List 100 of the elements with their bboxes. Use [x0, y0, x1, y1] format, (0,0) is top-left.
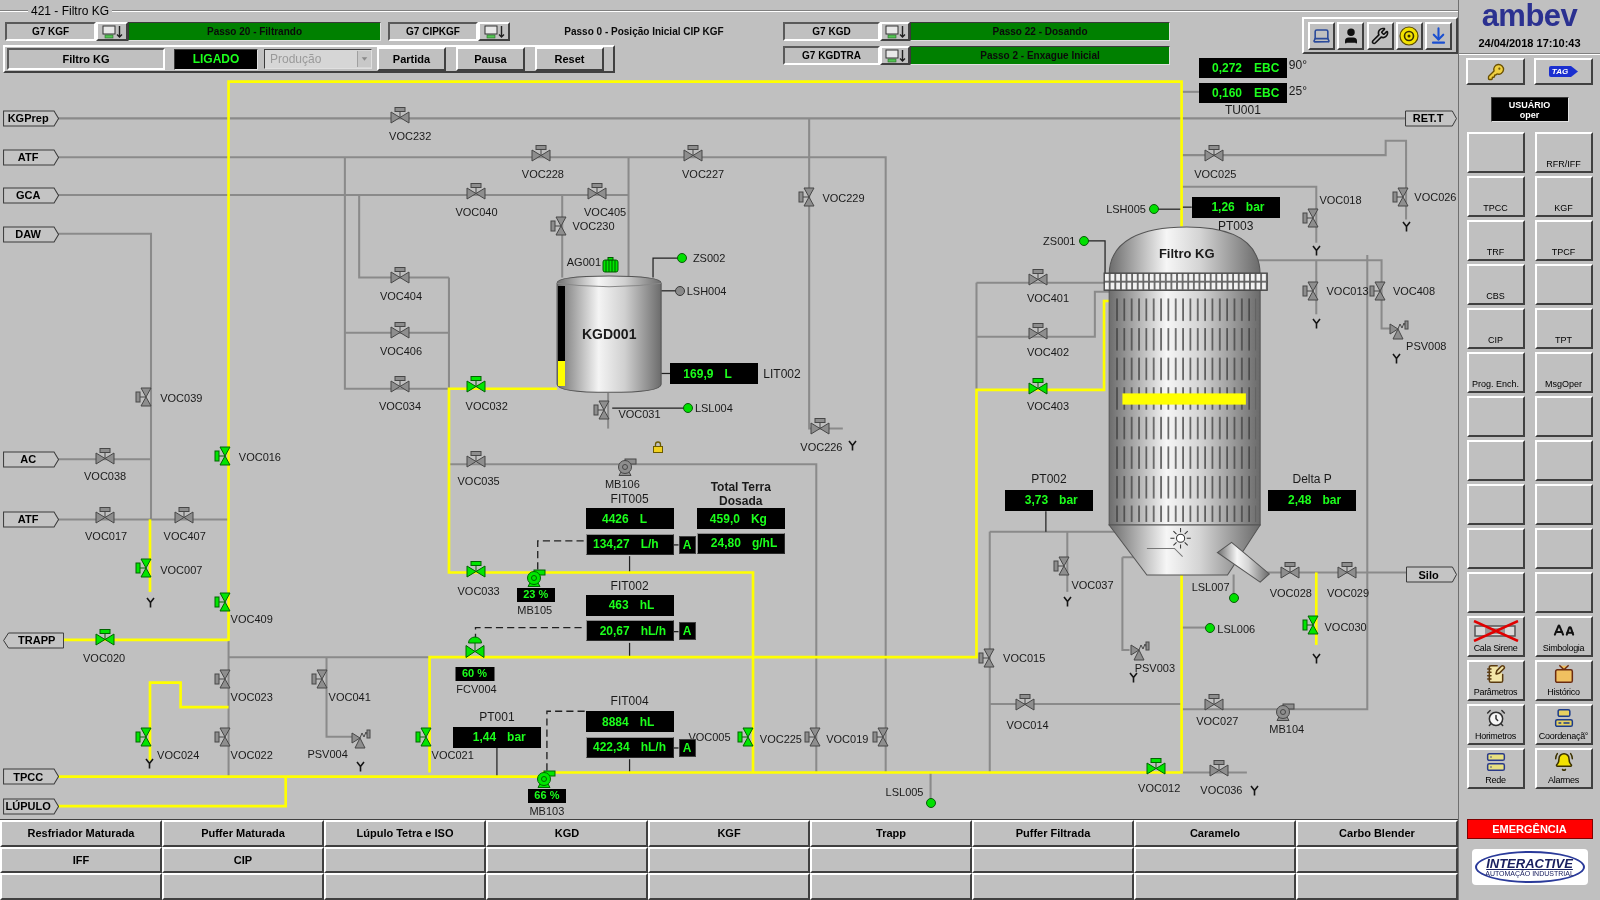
sequence-button[interactable]: [880, 46, 910, 65]
nav-button[interactable]: Trapp: [810, 820, 972, 847]
menu-button[interactable]: [1534, 396, 1593, 437]
nav-button[interactable]: [1296, 873, 1458, 900]
maintenance-button[interactable]: [1366, 21, 1394, 50]
emergency-button[interactable]: EMERGÊNCIA: [1466, 819, 1593, 839]
sequence-button[interactable]: [96, 22, 128, 41]
laptop-icon: [1312, 26, 1331, 45]
command-button[interactable]: Pausa: [456, 47, 525, 71]
monitor-arrow-icon: [483, 24, 505, 39]
disc-icon: [1399, 25, 1420, 46]
nav-button[interactable]: [1296, 846, 1458, 874]
line-tag: Silo: [1406, 566, 1458, 584]
nav-button[interactable]: [1134, 846, 1296, 874]
command-button[interactable]: Reset: [535, 47, 604, 71]
nav-button[interactable]: KGD: [486, 820, 648, 847]
line-tag: TPCC: [3, 768, 60, 786]
nav-button[interactable]: Puffer Maturada: [162, 820, 324, 847]
tag-label: MB103: [529, 805, 565, 817]
readout-unit: EBC: [1253, 62, 1280, 75]
menu-button[interactable]: [1466, 572, 1525, 613]
tag-button[interactable]: TAG: [1534, 58, 1593, 85]
nav-button[interactable]: [486, 846, 648, 874]
nav-button[interactable]: Resfriador Maturada: [0, 820, 162, 847]
unit-label: G7 KGF: [5, 22, 96, 41]
nav-button[interactable]: Puffer Filtrada: [972, 820, 1134, 847]
nav-button[interactable]: KGF: [648, 820, 810, 847]
menu-button[interactable]: Horimetros: [1466, 704, 1525, 745]
nav-button[interactable]: [0, 873, 162, 900]
line-tag: TRAPP: [3, 631, 65, 649]
nav-button[interactable]: Lúpulo Tetra e ISO: [324, 820, 486, 847]
sequence-button[interactable]: [478, 22, 510, 41]
menu-button[interactable]: [1534, 572, 1593, 613]
operator-button[interactable]: [1337, 21, 1365, 50]
line-tag: GCA: [3, 186, 60, 204]
step-status-bar: Passo 20 - Filtrando: [128, 22, 381, 41]
menu-button[interactable]: [1466, 484, 1525, 525]
tag-label: VOC026: [1414, 191, 1457, 203]
menu-button[interactable]: [1466, 440, 1525, 481]
wrench-icon: [1371, 26, 1389, 45]
login-button[interactable]: [1466, 58, 1525, 85]
menu-button[interactable]: Simbologia: [1534, 616, 1593, 657]
notepad-icon: [1485, 664, 1506, 684]
menu-button[interactable]: TRF: [1466, 220, 1525, 261]
nav-button[interactable]: [162, 873, 324, 900]
menu-button[interactable]: Alarmes: [1534, 748, 1593, 789]
nav-button[interactable]: [810, 873, 972, 900]
nav-button[interactable]: [648, 873, 810, 900]
menu-button[interactable]: [1466, 132, 1525, 173]
key-icon: [1486, 62, 1505, 81]
menu-button[interactable]: [1534, 528, 1593, 569]
line-tag: DAW: [3, 225, 60, 243]
nav-button[interactable]: [972, 846, 1134, 874]
down-arrow-icon: [1429, 26, 1448, 45]
nav-button[interactable]: [810, 846, 972, 874]
nav-button[interactable]: [324, 873, 486, 900]
menu-button[interactable]: [1466, 528, 1525, 569]
line-tag: AC: [3, 451, 60, 468]
nav-button[interactable]: [972, 873, 1134, 900]
menu-button[interactable]: [1466, 396, 1525, 437]
readout-value: 0,272: [1210, 62, 1243, 75]
nav-button[interactable]: [1134, 873, 1296, 900]
menu-button[interactable]: [1534, 264, 1593, 305]
menu-button[interactable]: KGF: [1534, 176, 1593, 217]
unit-label: G7 KGDTRA: [783, 46, 880, 65]
nav-button[interactable]: Carbo Blender: [1296, 820, 1458, 847]
menu-button[interactable]: Parâmetros: [1466, 660, 1525, 701]
user-name: oper: [1519, 109, 1540, 120]
nav-button[interactable]: [486, 873, 648, 900]
menu-button[interactable]: Rede: [1466, 748, 1525, 789]
equipment-label: Filtro KG: [7, 48, 165, 70]
menu-button[interactable]: Histórico: [1534, 660, 1593, 701]
nav-button[interactable]: CIP: [162, 846, 324, 874]
menu-button[interactable]: Cala Sirene: [1466, 616, 1525, 657]
alarm-button[interactable]: [1395, 21, 1423, 50]
menu-button[interactable]: Prog. Ench.: [1466, 352, 1525, 393]
server-icon: [1485, 752, 1506, 772]
menu-button[interactable]: TPCF: [1534, 220, 1593, 261]
nav-button[interactable]: IFF: [0, 846, 162, 874]
nav-button[interactable]: Caramelo: [1134, 820, 1296, 847]
unit-label: G7 KGD: [783, 22, 880, 41]
menu-button[interactable]: [1534, 484, 1593, 525]
monitor-arrow-icon: [884, 48, 906, 63]
menu-button[interactable]: [1534, 440, 1593, 481]
nav-button[interactable]: [324, 846, 486, 874]
line-tag: ATF: [3, 149, 60, 166]
menu-button[interactable]: RFR/IFF: [1534, 132, 1593, 173]
status-display: LIGADO: [174, 48, 258, 70]
command-button[interactable]: Partida: [377, 47, 446, 71]
menu-button[interactable]: Coordenaçã°: [1534, 704, 1593, 745]
menu-button[interactable]: TPCC: [1466, 176, 1525, 217]
step-status-bar: Passo 22 - Dosando: [910, 22, 1170, 41]
menu-button[interactable]: CIP: [1466, 308, 1525, 349]
computer-button[interactable]: [1308, 21, 1335, 50]
menu-button[interactable]: TPT: [1534, 308, 1593, 349]
transfer-button[interactable]: [1425, 21, 1452, 50]
sequence-button[interactable]: [880, 22, 910, 41]
nav-button[interactable]: [648, 846, 810, 874]
menu-button[interactable]: CBS: [1466, 264, 1525, 305]
menu-button[interactable]: MsgOper: [1534, 352, 1593, 393]
